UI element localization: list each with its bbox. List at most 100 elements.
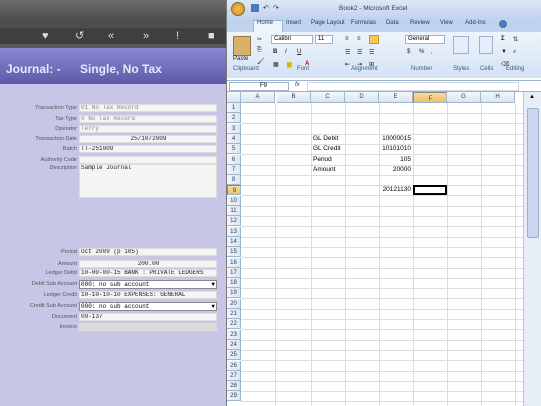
align-left-icon[interactable]: ☰ (345, 49, 350, 56)
dropdown-arrow-icon[interactable]: ▼ (211, 281, 215, 288)
field-input[interactable]: 10-10-10-10 EXPENSES: GENERAL (79, 291, 217, 299)
row-header[interactable]: 4 (227, 133, 241, 144)
row-header[interactable]: 28 (227, 381, 241, 392)
tab-home[interactable]: Home (257, 20, 273, 26)
font-name-select[interactable]: Calibri (271, 35, 313, 44)
row-header[interactable]: 27 (227, 370, 241, 381)
column-header[interactable]: D (345, 92, 379, 103)
fill-icon[interactable]: ▼ (501, 49, 507, 55)
format-painter-icon[interactable]: 🖌 (257, 58, 265, 65)
info-icon[interactable]: ! (176, 29, 179, 43)
cut-icon[interactable]: ✂ (257, 36, 262, 43)
row-header[interactable]: 2 (227, 113, 241, 124)
tab-review[interactable]: Review (410, 20, 430, 26)
cell-e6[interactable]: 105 (381, 155, 411, 165)
borders-icon[interactable]: ▦ (273, 61, 279, 68)
cell-c6[interactable]: Period (313, 155, 343, 165)
row-header[interactable]: 14 (227, 236, 241, 247)
row-header[interactable]: 23 (227, 329, 241, 340)
dropdown-arrow-icon[interactable]: ▼ (211, 303, 215, 310)
redo-icon[interactable]: ↷ (273, 4, 279, 12)
cell-e9[interactable]: 20121130 (381, 185, 411, 195)
formula-input[interactable] (307, 82, 519, 91)
field-input[interactable]: 200.00 (79, 260, 217, 268)
column-header[interactable]: C (311, 92, 345, 103)
back-icon[interactable]: « (108, 29, 114, 43)
underline-icon[interactable]: U (297, 49, 301, 55)
comma-icon[interactable]: , (431, 49, 433, 55)
column-header[interactable]: H (481, 92, 515, 103)
column-header[interactable]: A (241, 92, 275, 103)
field-input[interactable]: TT-251009 (79, 145, 217, 153)
currency-icon[interactable]: $ (407, 49, 410, 55)
row-header[interactable]: 19 (227, 288, 241, 299)
row-header[interactable]: 21 (227, 309, 241, 319)
align-top-icon[interactable]: ≡ (345, 36, 349, 42)
select-all-corner[interactable] (227, 92, 241, 103)
fill-color-icon[interactable]: ▆ (287, 61, 292, 68)
row-header[interactable]: 11 (227, 206, 241, 216)
name-box[interactable]: F9 (229, 82, 289, 91)
column-header[interactable]: B (277, 92, 311, 103)
row-header[interactable]: 29 (227, 391, 241, 402)
fx-icon[interactable]: fx (295, 82, 300, 88)
field-input[interactable]: 09-137 (79, 313, 217, 321)
row-header[interactable]: 8 (227, 175, 241, 186)
sub-account-select[interactable]: 000: no sub account ▼ (79, 302, 217, 311)
cell-e5[interactable]: 10101010 (381, 144, 411, 154)
percent-icon[interactable]: % (419, 49, 424, 55)
tab-formulas[interactable]: Formulas (351, 20, 376, 26)
stop-icon[interactable]: ■ (208, 29, 215, 43)
row-header[interactable]: 26 (227, 360, 241, 371)
column-header[interactable]: F (413, 92, 447, 103)
row-header[interactable]: 18 (227, 278, 241, 289)
refresh-icon[interactable]: ↺ (75, 29, 84, 43)
cells-icon[interactable] (479, 36, 493, 54)
autosum-icon[interactable]: Σ (501, 36, 505, 42)
tab-view[interactable]: View (440, 20, 453, 26)
row-header[interactable]: 24 (227, 339, 241, 350)
row-header[interactable]: 13 (227, 226, 241, 237)
indent-icon[interactable]: ⇤ (345, 61, 350, 68)
field-input[interactable]: 01 No Tax Record (79, 104, 217, 112)
row-header[interactable]: 20 (227, 298, 241, 309)
row-header[interactable]: 12 (227, 216, 241, 227)
cell-c4[interactable]: GL Debit (313, 134, 343, 144)
align-middle-icon[interactable]: ≡ (357, 36, 361, 42)
field-input[interactable]: 10-00-00-15 BANK : PRIVATE LEDGERS (79, 269, 217, 277)
forward-icon[interactable]: » (143, 29, 149, 43)
scroll-up-icon[interactable]: ▲ (529, 94, 535, 100)
tab-page-layout[interactable]: Page Layout (311, 20, 345, 26)
scroll-thumb[interactable] (527, 108, 539, 238)
column-header[interactable]: G (447, 92, 481, 103)
row-header[interactable]: 17 (227, 267, 241, 278)
align-right-icon[interactable]: ☰ (369, 49, 374, 56)
paste-icon[interactable] (233, 36, 251, 56)
row-header[interactable]: 1 (227, 103, 241, 113)
row-header[interactable]: 9 (227, 185, 241, 196)
field-input[interactable]: Terry (79, 125, 217, 133)
row-header[interactable]: 7 (227, 164, 241, 175)
undo-icon[interactable]: ↶ (263, 4, 269, 12)
sort-filter-icon[interactable]: ⇅ (513, 36, 518, 43)
tab-add-ins[interactable]: Add-Ins (465, 20, 486, 26)
row-header[interactable]: 22 (227, 319, 241, 330)
save-icon[interactable] (251, 4, 259, 12)
paste-button[interactable]: Paste (233, 56, 248, 62)
office-button-icon[interactable] (231, 2, 245, 16)
row-header[interactable]: 10 (227, 195, 241, 206)
styles-icon[interactable] (453, 36, 469, 54)
row-header[interactable]: 5 (227, 144, 241, 155)
field-input[interactable]: Sample Journal (79, 164, 217, 198)
field-input[interactable]: Oct 2009 (p 105) (79, 248, 217, 256)
cell-e4[interactable]: 10000015 (381, 134, 411, 144)
row-header[interactable]: 16 (227, 257, 241, 268)
field-input[interactable]: 0 No Tax Record (79, 115, 217, 123)
align-center-icon[interactable]: ☰ (357, 49, 362, 56)
row-header[interactable]: 15 (227, 247, 241, 258)
tab-insert[interactable]: Insert (286, 20, 301, 26)
help-icon[interactable] (499, 20, 507, 28)
cell-e7[interactable]: 20000 (381, 165, 411, 175)
row-header[interactable]: 6 (227, 154, 241, 165)
tab-data[interactable]: Data (386, 20, 399, 26)
